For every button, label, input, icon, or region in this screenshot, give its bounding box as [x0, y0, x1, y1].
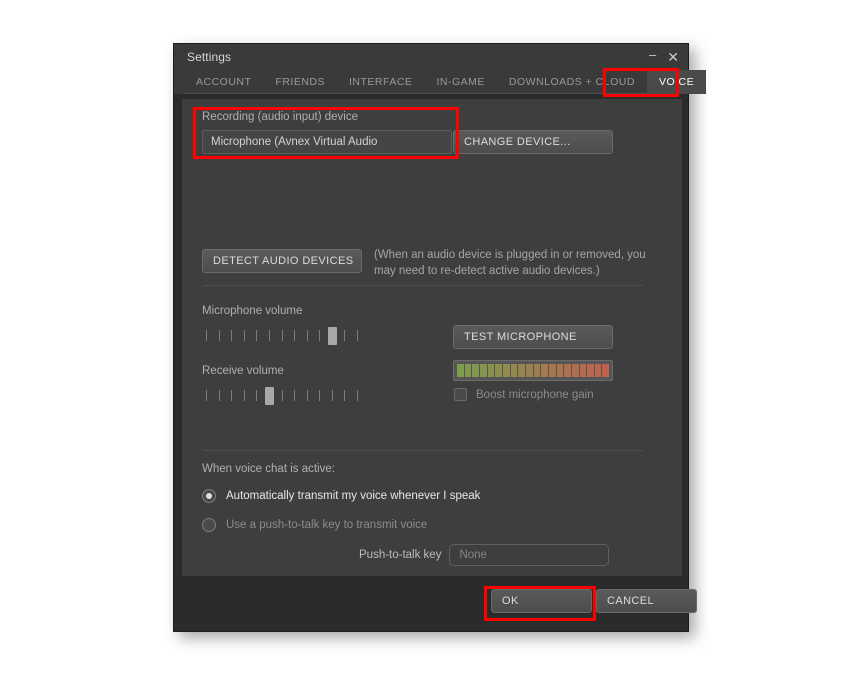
window-title: Settings: [187, 50, 232, 64]
meter-segment: [579, 364, 587, 377]
meter-segment: [594, 364, 602, 377]
slider-tick: [206, 330, 207, 341]
tab-bar: ACCOUNT FRIENDS INTERFACE IN-GAME DOWNLO…: [174, 70, 707, 94]
tab-account[interactable]: ACCOUNT: [184, 70, 264, 94]
meter-segment: [502, 364, 510, 377]
slider-tick: [231, 330, 233, 341]
slider-tick: [294, 330, 296, 341]
microphone-volume-label: Microphone volume: [202, 305, 303, 317]
radio-push-to-talk-icon[interactable]: [202, 518, 216, 532]
slider-tick: [256, 330, 258, 341]
meter-segment: [457, 364, 464, 377]
tab-underline: [184, 93, 680, 94]
meter-segment: [495, 364, 502, 377]
meter-segment: [602, 364, 610, 377]
slider-tick: [281, 390, 283, 401]
slider-tick: [281, 330, 283, 341]
slider-tick: [306, 330, 308, 341]
meter-segment: [464, 364, 472, 377]
slider-tick: [218, 330, 220, 341]
boost-microphone-gain-checkbox[interactable]: [454, 388, 467, 401]
cancel-button[interactable]: CANCEL: [596, 589, 697, 613]
radio-auto-transmit-label: Automatically transmit my voice whenever…: [226, 490, 481, 502]
boost-microphone-gain-label: Boost microphone gain: [476, 388, 594, 401]
change-device-button[interactable]: CHANGE DEVICE...: [453, 130, 613, 154]
slider-tick: [206, 390, 207, 401]
meter-segment: [571, 364, 579, 377]
radio-row-auto-transmit[interactable]: Automatically transmit my voice whenever…: [202, 489, 480, 503]
push-to-talk-key-row: Push-to-talk key None: [359, 544, 610, 566]
push-to-talk-key-input[interactable]: None: [449, 544, 610, 566]
meter-segment: [479, 364, 487, 377]
slider-tick: [294, 390, 296, 401]
slider-tick: [268, 330, 270, 341]
detect-audio-devices-button[interactable]: DETECT AUDIO DEVICES: [202, 249, 362, 273]
slider-tick: [218, 390, 220, 401]
slider-tick: [357, 390, 358, 401]
tab-downloads-cloud[interactable]: DOWNLOADS + CLOUD: [496, 70, 647, 94]
tab-interface[interactable]: INTERFACE: [337, 70, 425, 94]
recording-device-field[interactable]: Microphone (Avnex Virtual Audio: [202, 130, 452, 154]
slider-tick: [344, 390, 346, 401]
slider-tick: [256, 390, 258, 401]
slider-tick: [357, 330, 358, 341]
slider-tick: [306, 390, 308, 401]
separator-bottom: [203, 450, 643, 451]
voice-chat-active-label: When voice chat is active:: [202, 463, 335, 475]
radio-auto-transmit-icon[interactable]: [202, 489, 216, 503]
receive-volume-slider[interactable]: [202, 387, 362, 405]
push-to-talk-key-label: Push-to-talk key: [359, 549, 442, 561]
meter-segment: [533, 364, 541, 377]
detect-help-text: (When an audio device is plugged in or r…: [374, 249, 646, 277]
meter-segment: [472, 364, 479, 377]
audio-level-meter: [453, 360, 613, 381]
slider-tick: [344, 330, 346, 341]
tab-voice[interactable]: VOICE: [646, 70, 707, 94]
meter-segment: [564, 364, 571, 377]
radio-push-to-talk-label: Use a push-to-talk key to transmit voice: [226, 519, 428, 531]
slider-tick: [243, 330, 245, 341]
slider-tick: [231, 390, 233, 401]
dialog-footer: OK CANCEL: [175, 576, 697, 630]
slider-thumb[interactable]: [327, 327, 337, 345]
meter-segment: [556, 364, 564, 377]
meter-segment: [541, 364, 548, 377]
separator-top: [203, 285, 643, 286]
title-bar: Settings – ✕: [174, 44, 688, 70]
meter-segment: [587, 364, 594, 377]
settings-window: Settings – ✕ ACCOUNT FRIENDS INTERFACE I…: [173, 43, 707, 632]
slider-tick: [331, 390, 333, 401]
slider-tick: [319, 330, 321, 341]
slider-tick: [319, 390, 321, 401]
meter-segment: [487, 364, 495, 377]
ok-button[interactable]: OK: [491, 589, 592, 613]
tab-friends[interactable]: FRIENDS: [263, 70, 338, 94]
close-icon[interactable]: ✕: [667, 50, 679, 64]
meter-segment: [525, 364, 533, 377]
microphone-volume-slider[interactable]: [202, 327, 362, 345]
window-controls: – ✕: [649, 44, 679, 70]
meter-segment: [518, 364, 525, 377]
meter-segment: [510, 364, 518, 377]
slider-thumb[interactable]: [264, 387, 274, 405]
voice-settings-panel: Recording (audio input) device Microphon…: [182, 99, 682, 577]
tab-in-game[interactable]: IN-GAME: [424, 70, 497, 94]
test-microphone-button[interactable]: TEST MICROPHONE: [453, 325, 613, 349]
slider-tick: [243, 390, 245, 401]
recording-device-label: Recording (audio input) device: [202, 111, 358, 123]
receive-volume-label: Receive volume: [202, 365, 284, 377]
meter-segment: [548, 364, 556, 377]
radio-row-push-to-talk[interactable]: Use a push-to-talk key to transmit voice: [202, 518, 427, 532]
boost-microphone-gain-row[interactable]: Boost microphone gain: [454, 388, 594, 401]
minimize-icon[interactable]: –: [649, 48, 656, 61]
